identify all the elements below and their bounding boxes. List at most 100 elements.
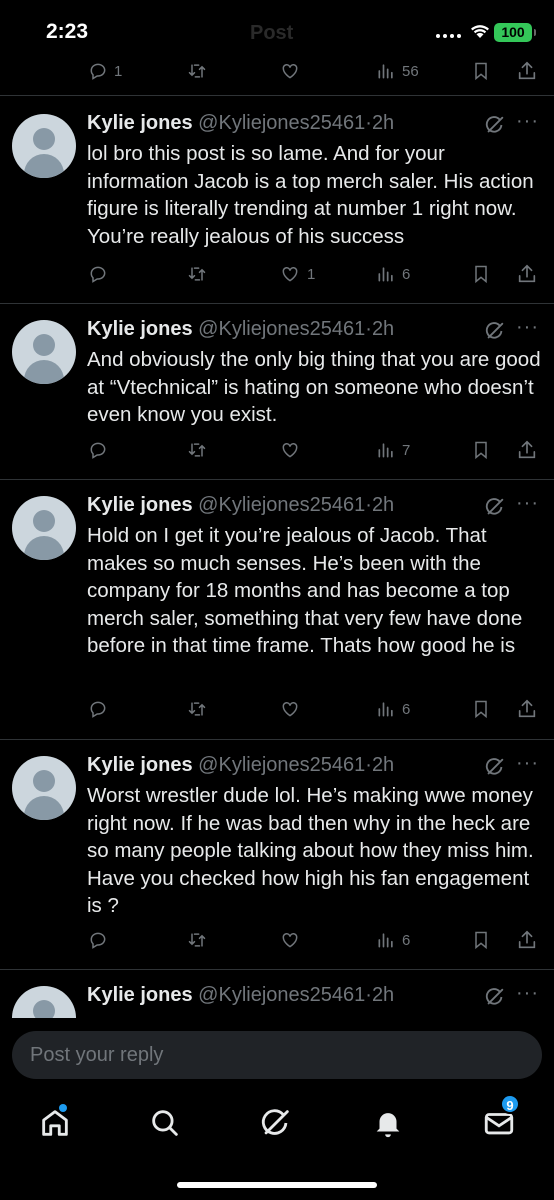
repost-button[interactable]	[186, 696, 214, 722]
bookmark-button[interactable]	[471, 58, 491, 84]
repost-icon	[186, 440, 208, 460]
more-icon: ···	[516, 752, 539, 774]
reply-button[interactable]: 1	[88, 58, 122, 84]
status-time: 2:23	[46, 20, 89, 43]
grok-button[interactable]	[484, 986, 506, 1013]
tweet-time: 2h	[371, 112, 395, 134]
bookmark-icon	[471, 263, 491, 285]
author-handle[interactable]: @Kyliejones25461	[198, 318, 365, 340]
separator-dot: ·	[365, 754, 372, 776]
reply-button[interactable]	[88, 927, 114, 953]
bookmark-icon	[471, 439, 491, 461]
tweet-time: 2h	[371, 754, 395, 776]
views-button[interactable]: 56	[376, 58, 419, 84]
tweet-actions: 6	[0, 927, 554, 953]
author-handle[interactable]: @Kyliejones25461	[198, 984, 365, 1006]
reply-icon	[88, 440, 108, 460]
grok-button[interactable]	[484, 756, 506, 783]
share-button[interactable]	[516, 437, 538, 463]
bookmark-button[interactable]	[471, 437, 491, 463]
share-button[interactable]	[516, 261, 538, 287]
views-count: 56	[402, 62, 419, 80]
bookmark-button[interactable]	[471, 927, 491, 953]
notifications-icon	[376, 1113, 400, 1138]
repost-button[interactable]	[186, 927, 214, 953]
tweet-time: 2h	[371, 984, 395, 1006]
like-icon	[279, 699, 301, 719]
more-button[interactable]: ···	[516, 316, 539, 339]
avatar[interactable]	[12, 756, 76, 820]
repost-button[interactable]	[186, 58, 208, 84]
bookmark-button[interactable]	[471, 261, 491, 287]
grok-button[interactable]	[484, 114, 506, 141]
like-button[interactable]	[279, 927, 307, 953]
tweet-header: Kylie jones @Kyliejones25461·2h	[87, 984, 394, 1007]
author-handle[interactable]: @Kyliejones25461	[198, 494, 365, 516]
views-icon	[376, 930, 396, 950]
separator-dot: ·	[365, 494, 372, 516]
author-name[interactable]: Kylie jones	[87, 112, 193, 134]
avatar[interactable]	[12, 496, 76, 560]
more-button[interactable]: ···	[516, 982, 539, 1005]
reply-tweet[interactable]: Kylie jones @Kyliejones25461·2h ··· And ob…	[0, 304, 554, 480]
author-handle[interactable]: @Kyliejones25461	[198, 112, 365, 134]
reply-button[interactable]	[88, 261, 114, 287]
tweet-text: Hold on I get it you’re jealous of Jacob…	[87, 524, 523, 658]
nav-search[interactable]	[148, 1106, 182, 1140]
views-button[interactable]: 6	[376, 927, 410, 953]
repost-icon	[186, 699, 208, 719]
repost-button[interactable]	[186, 261, 214, 287]
author-name[interactable]: Kylie jones	[87, 318, 193, 340]
nav-notifications[interactable]	[371, 1106, 405, 1140]
avatar[interactable]	[12, 320, 76, 384]
share-button[interactable]	[516, 927, 538, 953]
reply-input[interactable]	[12, 1031, 542, 1079]
like-button[interactable]	[279, 696, 307, 722]
more-button[interactable]: ···	[516, 110, 539, 133]
repost-icon	[186, 264, 208, 284]
author-name[interactable]: Kylie jones	[87, 984, 193, 1006]
author-handle[interactable]: @Kyliejones25461	[198, 754, 365, 776]
views-button[interactable]: 6	[376, 696, 410, 722]
share-button[interactable]	[516, 696, 538, 722]
like-count: 1	[307, 265, 316, 283]
share-icon	[516, 929, 538, 951]
author-name[interactable]: Kylie jones	[87, 494, 193, 516]
views-count: 6	[402, 700, 411, 718]
avatar[interactable]	[12, 114, 76, 178]
like-button[interactable]	[279, 58, 301, 84]
like-button[interactable]: 1	[279, 261, 315, 287]
views-button[interactable]: 7	[376, 437, 410, 463]
grok-icon	[484, 988, 506, 1012]
tweet-actions: 6	[0, 696, 554, 722]
like-button[interactable]	[279, 437, 307, 463]
reply-button[interactable]	[88, 696, 114, 722]
more-icon: ···	[516, 110, 539, 132]
grok-button[interactable]	[484, 496, 506, 523]
more-button[interactable]: ···	[516, 752, 539, 775]
nav-grok[interactable]	[259, 1106, 293, 1140]
views-button[interactable]: 6	[376, 261, 410, 287]
like-icon	[279, 440, 301, 460]
nav-home[interactable]	[38, 1104, 72, 1140]
author-name[interactable]: Kylie jones	[87, 754, 193, 776]
reply-box[interactable]	[12, 1031, 542, 1079]
share-button[interactable]	[516, 58, 538, 84]
reply-tweet[interactable]: Kylie jones @Kyliejones25461·2h ··· lol br…	[0, 98, 554, 304]
messages-badge: 9	[500, 1094, 520, 1114]
more-button[interactable]: ···	[516, 492, 539, 515]
bookmark-button[interactable]	[471, 696, 491, 722]
separator-dot: ·	[365, 984, 372, 1006]
signal-icon	[436, 33, 462, 38]
grok-icon	[484, 116, 506, 140]
bookmark-icon	[471, 929, 491, 951]
reply-tweet[interactable]: Kylie jones @Kyliejones25461·2h ··· Hold o…	[0, 480, 554, 740]
nav-messages[interactable]: 9	[482, 1094, 520, 1140]
reply-tweet[interactable]: Kylie jones @Kyliejones25461·2h ··· Worst …	[0, 740, 554, 970]
tweet-time: 2h	[371, 494, 395, 516]
bottom-nav: 9	[0, 1084, 554, 1164]
like-icon	[279, 264, 301, 284]
reply-button[interactable]	[88, 437, 114, 463]
grok-button[interactable]	[484, 320, 506, 347]
repost-button[interactable]	[186, 437, 214, 463]
